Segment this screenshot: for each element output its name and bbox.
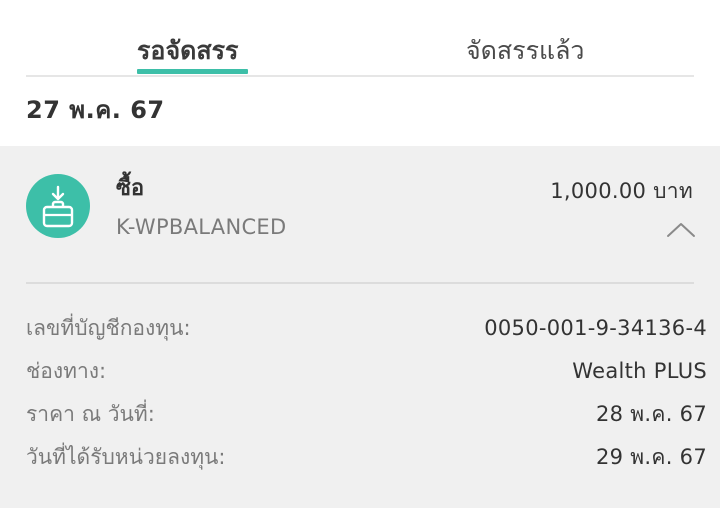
detail-label: เลขที่บัญชีกองทุน: [26, 316, 191, 340]
card-divider [26, 282, 694, 284]
tab-allocated[interactable]: จัดสรรแล้ว [466, 34, 584, 68]
detail-value: 0050-001-9-34136-4 [484, 316, 707, 340]
detail-row-price-date: ราคา ณ วันที่: 28 พ.ค. 67 [26, 398, 707, 430]
date-group-header: 27 พ.ค. 67 [26, 96, 165, 124]
fund-code: K-WPBALANCED [116, 215, 287, 239]
detail-value: 29 พ.ค. 67 [595, 445, 707, 469]
transaction-type: ซื้อ [116, 176, 145, 201]
transactions-screen: รอจัดสรร จัดสรรแล้ว 27 พ.ค. 67 ซื้อ K-WP… [0, 0, 720, 508]
chevron-up-icon[interactable] [664, 218, 698, 240]
detail-row-account: เลขที่บัญชีกองทุน: 0050-001-9-34136-4 [26, 312, 707, 344]
active-tab-indicator [137, 69, 248, 74]
detail-label: ราคา ณ วันที่: [26, 402, 155, 426]
detail-value: Wealth PLUS [572, 359, 707, 383]
detail-value: 28 พ.ค. 67 [595, 402, 707, 426]
buy-download-bag-icon [26, 174, 90, 238]
tab-pending-allocation[interactable]: รอจัดสรร [137, 34, 238, 68]
status-tabs: รอจัดสรร จัดสรรแล้ว [26, 0, 694, 77]
detail-row-units-date: วันที่ได้รับหน่วยลงทุน: 29 พ.ค. 67 [26, 441, 707, 473]
transaction-card[interactable]: ซื้อ K-WPBALANCED 1,000.00 บาท เลขที่บัญ… [0, 146, 720, 508]
detail-label: วันที่ได้รับหน่วยลงทุน: [26, 445, 226, 469]
detail-label: ช่องทาง: [26, 359, 107, 383]
transaction-amount: 1,000.00 บาท [550, 179, 693, 203]
detail-row-channel: ช่องทาง: Wealth PLUS [26, 355, 707, 387]
